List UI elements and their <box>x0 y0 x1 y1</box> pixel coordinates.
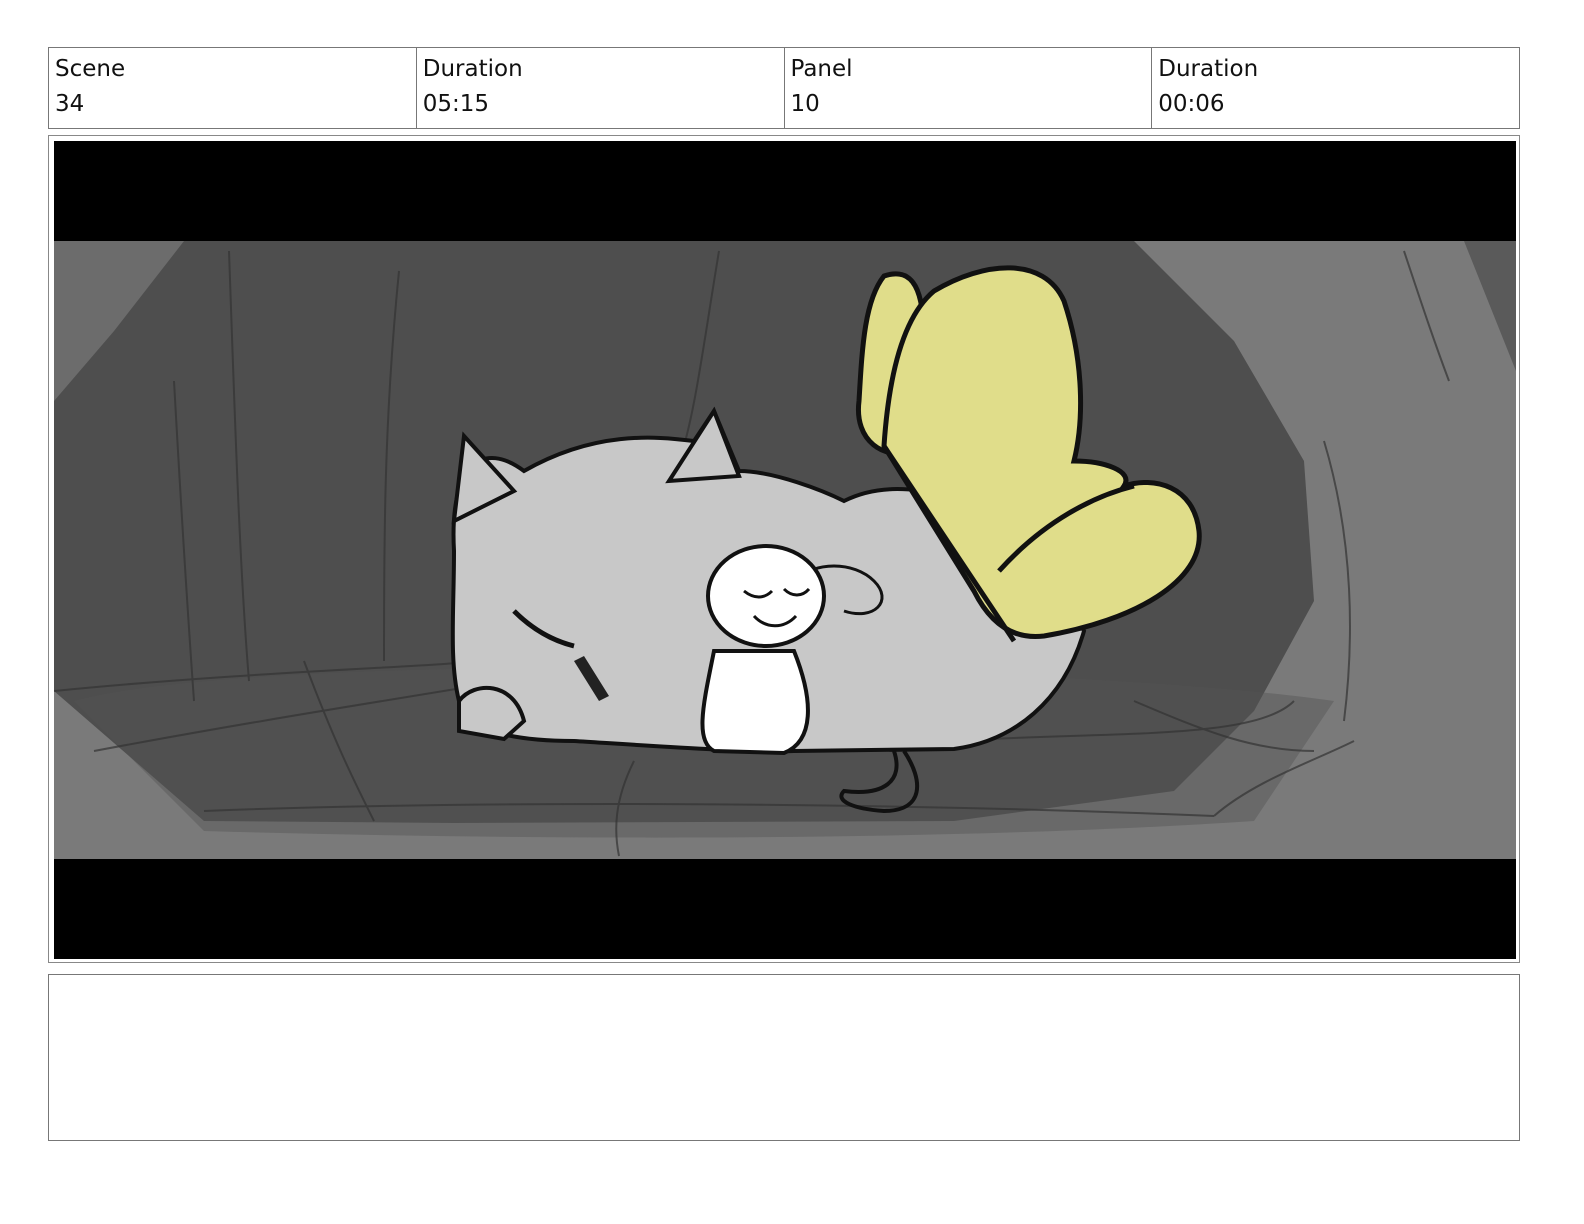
letterbox-bottom <box>54 859 1516 959</box>
letterbox-top <box>54 141 1516 241</box>
child-body <box>700 649 810 756</box>
panel-duration-cell: Duration 00:06 <box>1152 48 1519 128</box>
storyboard-frame <box>48 135 1520 963</box>
scene-value: 34 <box>55 91 85 117</box>
scene-label: Scene <box>55 56 126 82</box>
panel-notes-box <box>48 974 1520 1141</box>
scene-cell: Scene 34 <box>49 48 417 128</box>
panel-cell: Panel 10 <box>785 48 1153 128</box>
storyboard-panel-image <box>54 141 1516 959</box>
panel-duration-value: 00:06 <box>1158 91 1225 117</box>
scene-duration-label: Duration <box>422 56 523 82</box>
panel-duration-label: Duration <box>1158 56 1259 82</box>
panel-label: Panel <box>790 56 853 82</box>
scene-duration-value: 05:15 <box>422 91 490 117</box>
panel-info-header: Scene 34 Duration 05:15 Panel 10 Duratio… <box>48 47 1520 129</box>
panel-value: 10 <box>790 91 820 117</box>
scene-duration-cell: Duration 05:15 <box>417 48 785 128</box>
